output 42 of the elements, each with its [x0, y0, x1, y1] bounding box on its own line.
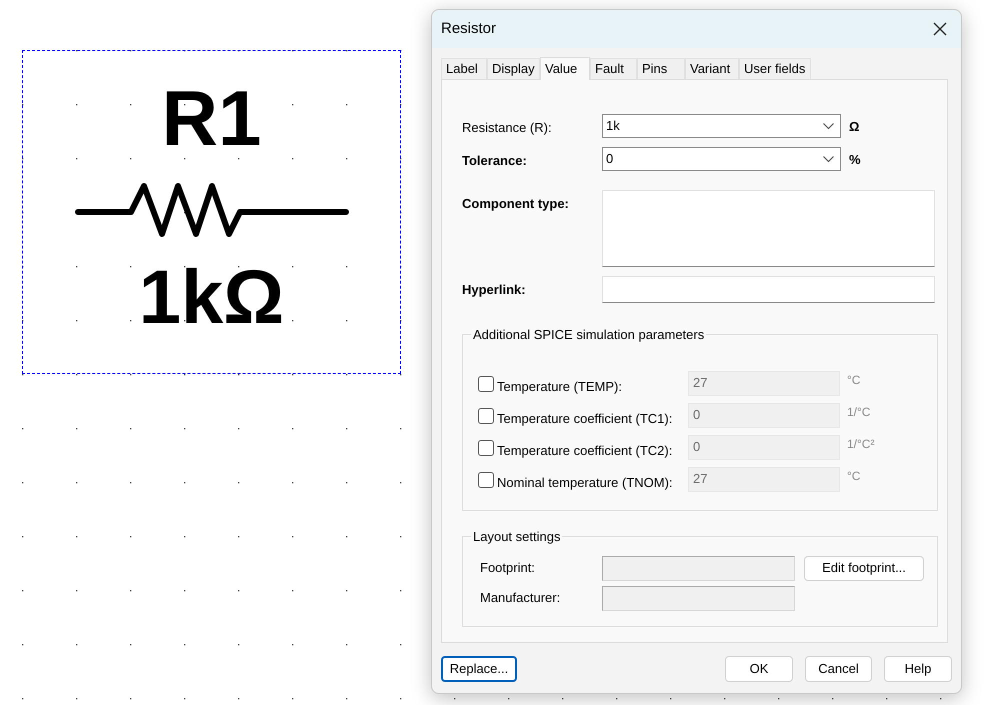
close-icon[interactable] — [933, 22, 947, 36]
tab[interactable]: Value — [540, 57, 590, 80]
component-value: 1kΩ — [138, 254, 284, 342]
dialog-button[interactable]: Cancel — [805, 656, 872, 682]
tab[interactable]: Fault — [590, 58, 637, 79]
chevron-down-icon — [823, 156, 834, 162]
unit-label: 1/°C — [847, 404, 870, 420]
unit-label: °C — [847, 468, 860, 484]
checkbox-label: Temperature (TEMP): — [497, 378, 623, 396]
tab[interactable]: Label — [441, 58, 487, 79]
group-title: Layout settings — [472, 528, 562, 546]
chevron-down-icon — [823, 122, 834, 130]
dropdown-field[interactable]: 1k — [602, 114, 841, 138]
dialog-button[interactable]: Help — [884, 656, 952, 682]
group-title: Additional SPICE simulation parameters — [472, 326, 706, 344]
field-label: Component type: — [462, 195, 570, 213]
manufacturer-label: Manufacturer: — [480, 589, 562, 608]
dropdown-field[interactable]: 0 — [602, 147, 841, 171]
resistor-component[interactable]: R1 1kΩ — [22, 50, 401, 374]
window-title: Resistor — [441, 18, 496, 39]
input-field[interactable] — [602, 276, 935, 303]
checkbox-label: Temperature coefficient (TC1): — [497, 410, 674, 428]
unit-label: °C — [847, 372, 860, 388]
component-label: R1 — [162, 73, 262, 163]
footprint-field[interactable] — [602, 556, 795, 580]
field-label: Tolerance: — [462, 152, 528, 170]
unit-label: Ω — [849, 118, 860, 136]
footprint-label: Footprint: — [480, 559, 536, 578]
checkbox-label: Nominal temperature (TNOM): — [497, 474, 674, 492]
dialog-button[interactable]: Replace... — [441, 656, 517, 682]
tab[interactable]: Variant — [685, 58, 739, 79]
tab[interactable]: User fields — [739, 58, 811, 79]
edit-footprint-button[interactable]: Edit footprint... — [804, 556, 924, 580]
unit-label: 1/°C² — [847, 436, 874, 452]
tab[interactable]: Display — [487, 58, 540, 79]
manufacturer-field[interactable] — [602, 586, 795, 610]
tab[interactable]: Pins — [637, 58, 685, 79]
checkbox-label: Temperature coefficient (TC2): — [497, 442, 674, 460]
field-label: Resistance (R): — [462, 119, 553, 137]
unit-label: % — [849, 151, 861, 169]
field-label: Hyperlink: — [462, 281, 527, 299]
dialog-button[interactable]: OK — [725, 656, 793, 682]
